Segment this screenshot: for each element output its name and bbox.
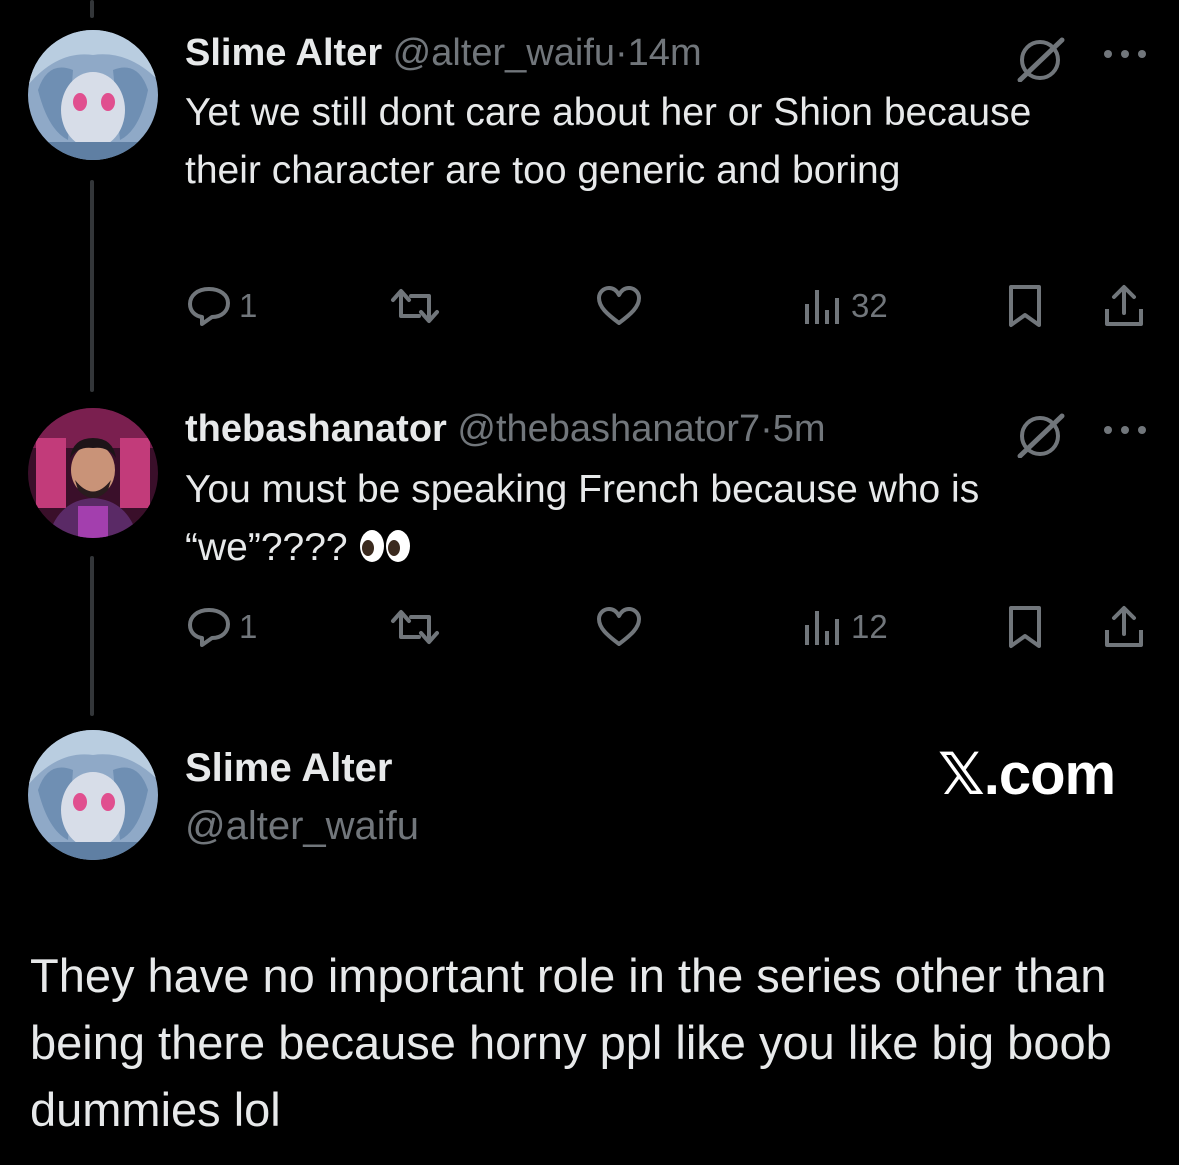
main-display-name[interactable]: Slime Alter — [185, 746, 392, 791]
more-icon[interactable] — [1100, 420, 1150, 440]
avatar-slime-alter[interactable] — [28, 30, 158, 160]
action-bar: 1 12 — [185, 602, 1155, 652]
share-button[interactable] — [1101, 602, 1147, 652]
reply-button[interactable]: 1 — [185, 281, 257, 331]
avatar-thebashanator[interactable] — [28, 408, 158, 538]
share-button[interactable] — [1101, 281, 1147, 331]
tweet-text-container: You must be speaking French because who … — [185, 461, 1085, 577]
main-post-text: They have no important role in the serie… — [30, 949, 1112, 1136]
views-button[interactable]: 32 — [801, 281, 888, 331]
display-name[interactable]: Slime Alter — [185, 32, 382, 74]
grok-icon[interactable] — [1014, 410, 1070, 458]
user-handle[interactable]: @thebashanator7 — [457, 408, 760, 450]
timestamp[interactable]: 5m — [773, 408, 826, 450]
separator-dot: · — [760, 408, 773, 450]
tweet-text: You must be speaking French because who … — [185, 468, 980, 569]
reply-count: 1 — [239, 608, 258, 645]
repost-button[interactable] — [385, 281, 445, 331]
bookmark-button[interactable] — [1003, 281, 1047, 331]
like-icon — [597, 607, 641, 646]
brand-watermark: 𝕏.com — [938, 742, 1116, 807]
user-handle[interactable]: @alter_waifu — [393, 32, 615, 74]
bookmark-icon — [1009, 285, 1041, 327]
tweet-text: Yet we still dont care about her or Shio… — [185, 91, 1032, 192]
tweet-header: thebashanator @thebashanator7·5m — [185, 406, 826, 452]
thread-line-top — [90, 0, 94, 18]
avatar-slime-alter-main[interactable] — [28, 730, 158, 860]
like-icon — [597, 286, 641, 325]
thread-line-2 — [90, 556, 94, 716]
repost-button[interactable] — [385, 602, 445, 652]
timestamp[interactable]: 14m — [628, 32, 702, 74]
views-button[interactable]: 12 — [801, 602, 888, 652]
views-icon — [805, 611, 839, 645]
like-button[interactable] — [595, 602, 643, 652]
bookmark-icon — [1009, 606, 1041, 648]
bookmark-button[interactable] — [1003, 602, 1047, 652]
main-user-handle[interactable]: @alter_waifu — [185, 804, 419, 849]
reply-icon — [188, 287, 230, 326]
share-icon — [1105, 606, 1143, 647]
action-bar: 1 32 — [185, 281, 1155, 331]
thread-line-1 — [90, 180, 94, 392]
eyes-emoji — [359, 530, 410, 562]
like-button[interactable] — [595, 281, 643, 331]
share-icon — [1105, 285, 1143, 326]
more-icon[interactable] — [1100, 44, 1150, 64]
display-name[interactable]: thebashanator — [185, 408, 447, 450]
repost-icon — [391, 610, 439, 644]
grok-icon[interactable] — [1014, 34, 1070, 82]
view-count: 12 — [851, 608, 888, 645]
reply-count: 1 — [239, 287, 258, 324]
separator-dot: · — [615, 32, 628, 74]
reply-button[interactable]: 1 — [185, 602, 257, 652]
views-icon — [805, 290, 839, 324]
tweet-header: Slime Alter @alter_waifu·14m — [185, 30, 702, 76]
repost-icon — [391, 289, 439, 323]
reply-icon — [188, 608, 230, 647]
view-count: 32 — [851, 287, 888, 324]
